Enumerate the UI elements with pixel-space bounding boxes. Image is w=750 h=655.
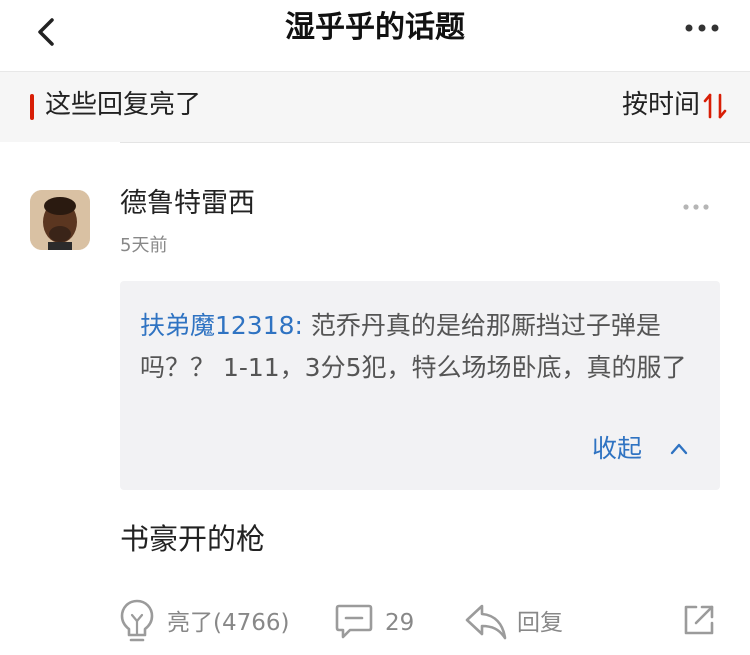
like-button[interactable]: 亮了(4766) [167,608,289,638]
more-horizontal-icon[interactable] [684,22,720,34]
section-title: 这些回复亮了 [45,90,202,120]
quoted-author-link[interactable]: 扶弟魔12318: [140,311,303,340]
comment-time: 5天前 [120,235,168,256]
divider [120,142,750,143]
collapse-button[interactable]: 收起 [592,431,642,467]
reply-text: 书豪开的枪 [120,522,266,556]
action-bar: 亮了(4766) 29 回复 [0,596,750,652]
reply-button[interactable]: 回复 [517,608,563,638]
sort-arrows-icon[interactable] [702,92,728,120]
page-title: 湿乎乎的话题 [285,10,465,45]
comment-count[interactable]: 29 [385,608,414,638]
username[interactable]: 德鲁特雷西 [120,186,255,222]
share-icon[interactable] [681,602,717,638]
sort-button[interactable]: 按时间 [622,87,700,123]
chevron-up-icon[interactable] [670,441,688,457]
comment-icon[interactable] [334,602,374,642]
lightbulb-icon[interactable] [119,598,155,644]
more-horizontal-icon[interactable] [682,202,710,212]
quoted-text-block: 扶弟魔12318: 范乔丹真的是给那厮挡过子弹是吗？？ 1-11，3分5犯，特么… [140,305,700,389]
avatar[interactable] [30,190,90,250]
section-header: 这些回复亮了 按时间 [0,72,750,142]
reply-arrow-icon[interactable] [464,602,508,642]
nav-bar: 湿乎乎的话题 [0,0,750,72]
section-accent-bar [30,94,34,120]
quoted-comment: 扶弟魔12318: 范乔丹真的是给那厮挡过子弹是吗？？ 1-11，3分5犯，特么… [120,281,720,490]
